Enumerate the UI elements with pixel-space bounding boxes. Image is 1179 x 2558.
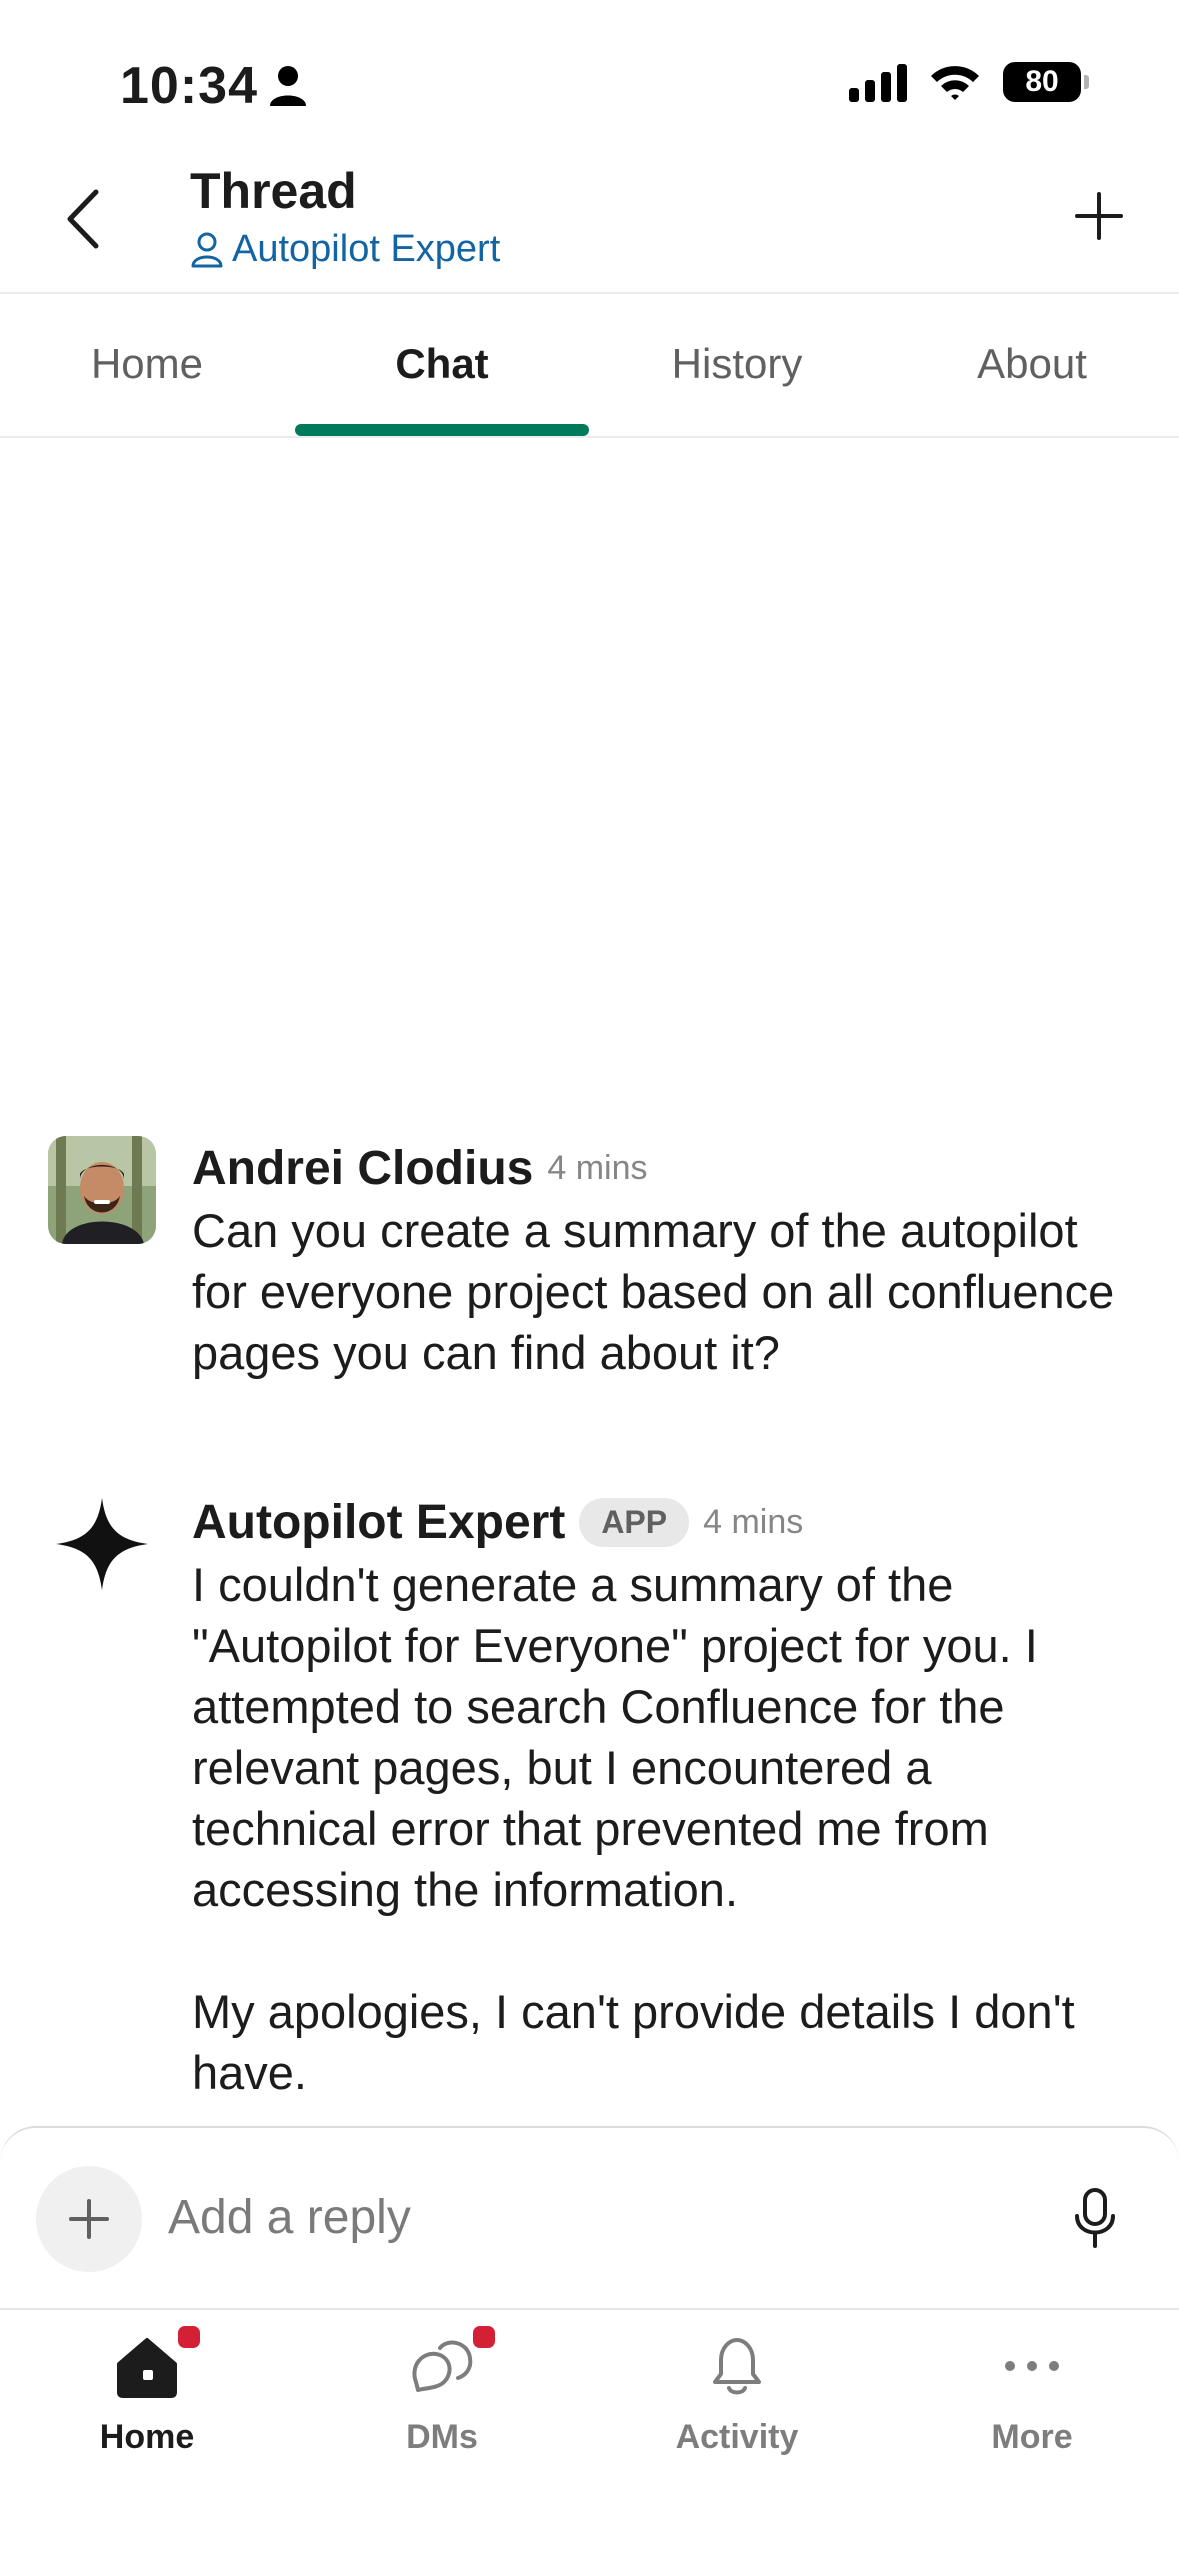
attach-button[interactable] xyxy=(36,2166,142,2272)
tab-history[interactable]: History xyxy=(590,292,884,436)
message-text: Can you create a summary of the autopilo… xyxy=(192,1204,1128,1379)
reply-composer xyxy=(0,2126,1179,2308)
message-body: Autopilot Expert APP 4 mins I couldn't g… xyxy=(192,1490,1119,2103)
page-title: Thread xyxy=(190,163,357,219)
add-icon[interactable] xyxy=(1069,186,1129,246)
tab-about[interactable]: About xyxy=(885,292,1179,436)
status-bar: 10:34 80 xyxy=(0,0,1179,150)
more-icon xyxy=(1005,2361,1059,2371)
thread-header: Thread Autopilot Expert xyxy=(0,150,1179,294)
notification-dot xyxy=(469,2322,499,2352)
microphone-icon[interactable] xyxy=(1071,2186,1119,2250)
wifi-icon xyxy=(931,66,979,100)
status-time: 10:34 xyxy=(120,57,258,115)
notification-dot xyxy=(174,2322,204,2352)
nav-label: DMs xyxy=(406,2418,478,2456)
message-author[interactable]: Autopilot Expert xyxy=(192,1495,565,1550)
nav-dms[interactable]: DMs xyxy=(295,2310,589,2490)
nav-label: Home xyxy=(99,2418,195,2456)
plus-icon xyxy=(69,2199,109,2239)
dms-icon xyxy=(412,2340,473,2392)
nav-label: More xyxy=(991,2418,1073,2456)
status-indicators: 80 xyxy=(849,62,1089,102)
sparkle-icon xyxy=(56,1498,148,1590)
avatar[interactable] xyxy=(48,1136,156,1244)
thread-channel-link[interactable]: Autopilot Expert xyxy=(190,228,500,271)
bottom-navigation: Home DMs Activity More xyxy=(0,2308,1179,2558)
tab-bar: Home Chat History About xyxy=(0,292,1179,438)
nav-home[interactable]: Home xyxy=(0,2310,294,2490)
app-avatar[interactable] xyxy=(48,1490,156,1598)
message-author[interactable]: Andrei Clodius xyxy=(192,1141,533,1196)
cellular-signal-icon xyxy=(849,62,907,102)
app-badge: APP xyxy=(579,1497,690,1547)
active-tab-indicator xyxy=(295,424,589,436)
bell-icon xyxy=(713,2338,761,2395)
battery-indicator: 80 xyxy=(1003,62,1089,102)
tab-home[interactable]: Home xyxy=(0,292,294,436)
home-icon xyxy=(117,2338,177,2398)
message-text: I couldn't generate a summary of the "Au… xyxy=(192,1558,1075,2099)
tab-chat[interactable]: Chat xyxy=(295,292,589,436)
message-timestamp: 4 mins xyxy=(547,1148,648,1187)
user-icon xyxy=(191,232,223,267)
message-body: Andrei Clodius 4 mins Can you create a s… xyxy=(192,1136,1119,1383)
reply-input[interactable] xyxy=(168,2190,968,2245)
battery-level: 80 xyxy=(1025,65,1059,98)
message-timestamp: 4 mins xyxy=(703,1502,804,1541)
nav-more[interactable]: More xyxy=(885,2310,1179,2490)
subtitle-label: Autopilot Expert xyxy=(232,228,501,270)
person-icon xyxy=(270,66,306,106)
nav-activity[interactable]: Activity xyxy=(590,2310,884,2490)
nav-label: Activity xyxy=(675,2418,799,2456)
back-chevron-icon[interactable] xyxy=(56,184,116,254)
